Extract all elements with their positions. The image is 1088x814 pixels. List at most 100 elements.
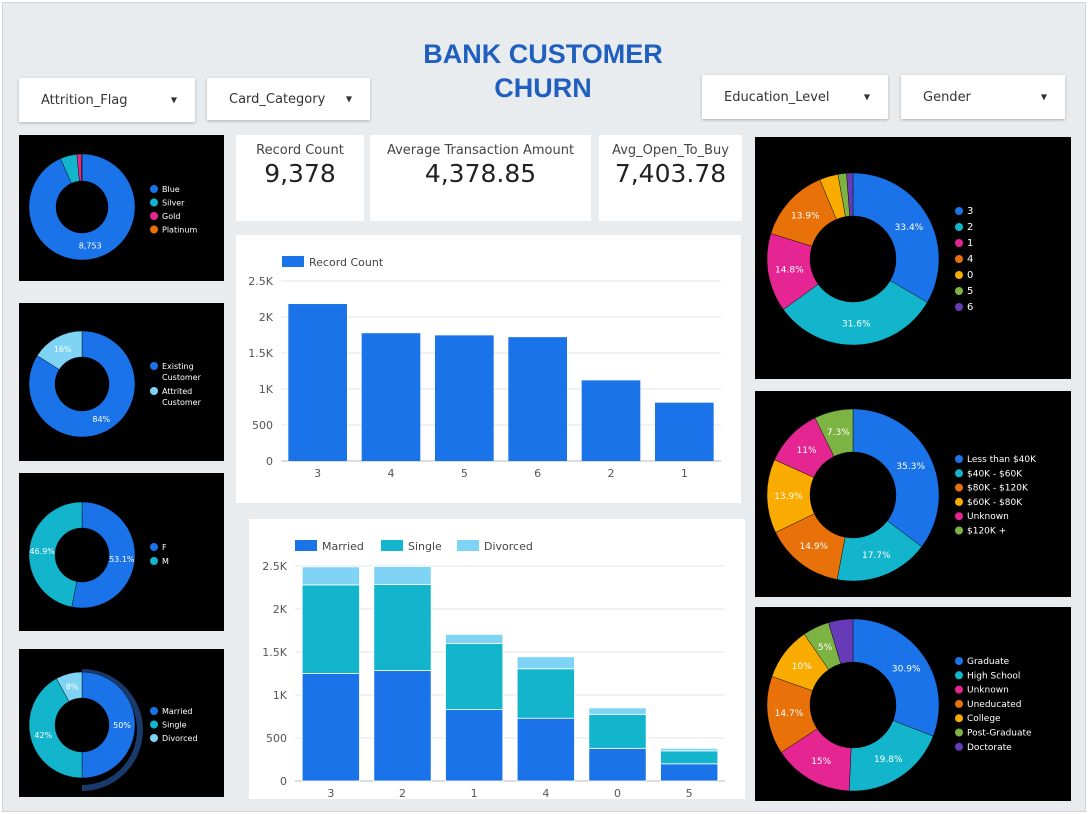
- card-category-filter-label: Card_Category: [229, 91, 326, 107]
- bar-record-count-2[interactable]: [581, 380, 641, 461]
- legend-swatch-platinum: [150, 225, 158, 234]
- kpi-value: 4,378.85: [424, 159, 537, 188]
- y-tick-label: 2.5K: [248, 275, 273, 288]
- bar-married-4[interactable]: [516, 717, 575, 782]
- kpi-value: 9,378: [264, 159, 336, 188]
- y-tick-label: 500: [266, 732, 287, 745]
- slice-label: 13.9%: [791, 212, 820, 222]
- legend-label-unknown: Unknown: [967, 686, 1009, 696]
- bar-married-2[interactable]: [373, 670, 432, 782]
- legend-label-single: Single: [162, 721, 187, 730]
- bar-married-3[interactable]: [301, 673, 360, 782]
- slice-label: 10%: [792, 662, 812, 672]
- donut-slice-graduate[interactable]: [852, 618, 940, 737]
- card-category-filter[interactable]: Card_Category ▼: [207, 78, 370, 120]
- bar-record-count-6[interactable]: [508, 337, 567, 461]
- bar-single-2[interactable]: [373, 584, 432, 671]
- legend-label-unknown: Unknown: [967, 512, 1009, 522]
- bar-single-5[interactable]: [660, 750, 719, 765]
- slice-label: 42%: [34, 731, 52, 740]
- slice-label: 7.3%: [827, 428, 850, 438]
- dependents-donut-panel: 33.4% 31.6% 14.8% 13.9% 3 2 1 4 0 5 6: [755, 137, 1071, 379]
- legend-label-doctorate: Doctorate: [967, 743, 1012, 753]
- slice-label: 14.7%: [775, 709, 804, 719]
- bar-record-count-5[interactable]: [435, 335, 494, 461]
- bar-divorced-1[interactable]: [445, 633, 504, 644]
- legend-label-divorced: Divorced: [162, 734, 198, 743]
- donut-slice-3[interactable]: [852, 172, 940, 303]
- legend-label-silver: Silver: [162, 199, 185, 208]
- slice-label: 30.9%: [892, 665, 921, 675]
- kpi-record-count: Record Count 9,378: [236, 135, 364, 221]
- attrition-donut-chart: 84% 16% Existing Customer Attrited Customer: [28, 330, 202, 438]
- bar-married-0[interactable]: [588, 747, 647, 782]
- gender-filter[interactable]: Gender ▼: [901, 75, 1065, 119]
- legend-swatch-2: [955, 223, 963, 231]
- income-donut-panel: 35.3% 17.7% 14.9% 13.9% 11% 7.3% Less than $40…: [755, 391, 1071, 597]
- dependents-donut-chart: 33.4% 31.6% 14.8% 13.9% 3 2 1 4 0 5 6: [766, 172, 973, 346]
- bar-single-0[interactable]: [588, 713, 647, 749]
- bar-divorced-0[interactable]: [588, 707, 647, 715]
- slice-label: 15%: [811, 757, 831, 767]
- education-level-filter[interactable]: Education_Level ▼: [702, 75, 888, 119]
- legend-label-80k-120k: $80K - $120K: [967, 484, 1029, 494]
- dashboard-title: BANK CUSTOMER CHURN: [403, 37, 683, 105]
- bar-married-5[interactable]: [660, 763, 719, 782]
- kpi-average-transaction: Average Transaction Amount 4,378.85: [370, 135, 591, 221]
- legend-label-record-count: Record Count: [309, 256, 384, 269]
- marital-stacked-bar-chart: 0 500 1K 1.5K 2K 2.5K 3 2 1 4 0 5 Married Single Divor…: [262, 540, 725, 800]
- title-line-1: BANK CUSTOMER: [423, 39, 663, 69]
- legend-swatch-blue: [150, 185, 158, 193]
- legend-swatch-5: [955, 287, 963, 295]
- legend-swatch-less-than-40k: [955, 455, 963, 463]
- dropdown-caret-icon: ▼: [170, 95, 177, 105]
- bar-record-count-1[interactable]: [655, 402, 714, 461]
- legend-label-f: F: [162, 543, 167, 552]
- gender-donut-chart: 53.1% 46.9% FM: [28, 501, 169, 609]
- card-category-donut-panel: 8,753 Blue Silver Gold Platinum: [19, 135, 224, 281]
- dropdown-caret-icon: ▼: [863, 92, 870, 102]
- x-tick-label: 2: [608, 467, 615, 480]
- kpi-label: Avg_Open_To_Buy: [612, 143, 729, 158]
- legend-swatch-graduate: [955, 657, 963, 665]
- legend-label-existing-customer: Customer: [162, 373, 202, 382]
- legend-label-3: 3: [967, 206, 973, 217]
- legend-swatch-f: [150, 543, 158, 551]
- dependents-bar-chart: 0 500 1K 1.5K 2K 2.5K 3 4 5 6 2 1 Record Count: [248, 256, 721, 480]
- bar-married-1[interactable]: [445, 709, 504, 782]
- slice-label: 14.9%: [800, 542, 829, 552]
- legend-swatch-attrited-customer: [150, 387, 158, 395]
- donut-slice-less-than-40k[interactable]: [852, 408, 940, 547]
- x-tick-label: 5: [461, 467, 468, 480]
- legend-swatch-4: [955, 255, 963, 263]
- bar-record-count-3[interactable]: [288, 304, 347, 461]
- attrition-flag-filter[interactable]: Attrition_Flag ▼: [19, 78, 195, 122]
- legend-label-married: Married: [162, 707, 192, 716]
- bar-single-4[interactable]: [516, 668, 575, 719]
- slice-label: 8%: [66, 682, 79, 691]
- bar-single-3[interactable]: [301, 584, 360, 674]
- legend-swatch-divorced: [150, 734, 158, 742]
- kpi-label: Record Count: [256, 143, 344, 158]
- bar-divorced-3[interactable]: [301, 566, 360, 586]
- bar-divorced-2[interactable]: [373, 566, 432, 585]
- legend-swatch-married: [295, 540, 317, 551]
- slice-label: 13.9%: [774, 492, 803, 502]
- bar-single-1[interactable]: [445, 643, 504, 711]
- legend-label-120k: $120K +: [967, 527, 1006, 537]
- bar-divorced-4[interactable]: [516, 656, 575, 670]
- legend-label-less-than-40k: Less than $40K: [967, 455, 1037, 465]
- y-tick-label: 1K: [273, 689, 288, 702]
- dependents-bar-panel: 0 500 1K 1.5K 2K 2.5K 3 4 5 6 2 1 Record Count: [236, 235, 741, 503]
- slice-label: 35.3%: [896, 462, 925, 472]
- slice-label: 33.4%: [895, 223, 924, 233]
- bar-divorced-5[interactable]: [660, 747, 719, 752]
- legend-label-attrited-customer: Attrited: [162, 387, 192, 396]
- legend-swatch-doctorate: [955, 742, 963, 751]
- bar-record-count-4[interactable]: [361, 333, 421, 461]
- education-donut-chart: 30.9% 19.8% 15% 14.7% 10% 5% Graduate High Scho…: [766, 618, 1032, 792]
- x-tick-label: 0: [614, 787, 621, 799]
- y-tick-label: 2K: [273, 603, 288, 616]
- slice-label: 5%: [818, 643, 833, 653]
- education-level-filter-label: Education_Level: [724, 89, 830, 105]
